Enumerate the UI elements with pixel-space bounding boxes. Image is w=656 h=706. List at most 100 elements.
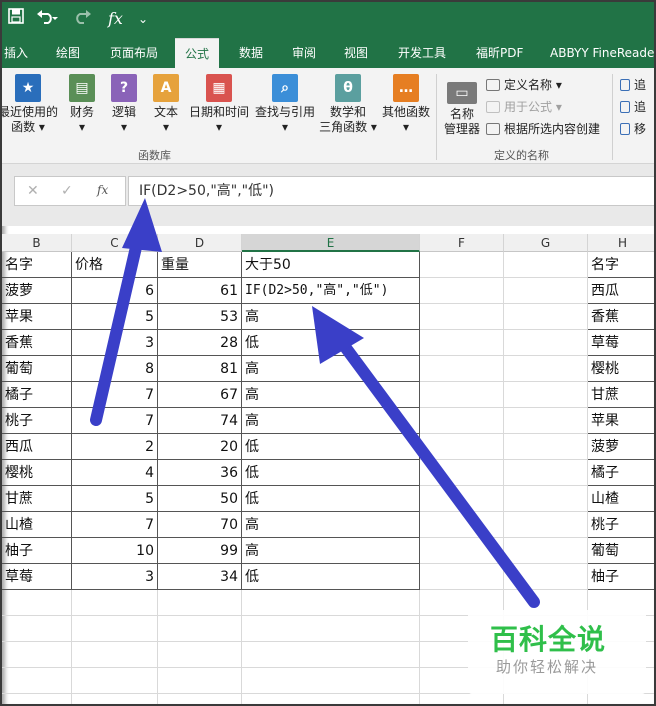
cell-name-h[interactable]: 橘子	[588, 460, 654, 486]
cell-name[interactable]: 西瓜	[2, 434, 72, 460]
cell-over-50[interactable]: IF(D2>50,"高","低")	[242, 278, 420, 304]
use-in-formula-button[interactable]: 用于公式 ▾	[486, 98, 562, 116]
cell-name-h[interactable]: 柚子	[588, 564, 654, 590]
cell-name[interactable]: 甘蔗	[2, 486, 72, 512]
empty-cell[interactable]	[242, 642, 420, 668]
cell-g[interactable]	[504, 564, 588, 590]
column-header-e[interactable]: E	[242, 234, 420, 252]
empty-cell[interactable]	[158, 694, 242, 704]
cell-g[interactable]	[504, 252, 588, 278]
empty-cell[interactable]	[158, 616, 242, 642]
cell-price[interactable]: 3	[72, 564, 158, 590]
cell-price[interactable]: 7	[72, 382, 158, 408]
cell-weight[interactable]: 34	[158, 564, 242, 590]
cell-name-h[interactable]: 菠萝	[588, 434, 654, 460]
cell-f[interactable]	[420, 564, 504, 590]
text-button[interactable]: A 文本 ▾	[148, 74, 184, 135]
redo-icon[interactable]	[72, 8, 94, 30]
empty-cell[interactable]	[504, 694, 588, 704]
cell-name[interactable]: 葡萄	[2, 356, 72, 382]
cell-over-50[interactable]: 高	[242, 408, 420, 434]
cell-f[interactable]	[420, 408, 504, 434]
tab-abbyy[interactable]: ABBYY FineReade	[550, 38, 654, 68]
empty-cell[interactable]	[242, 668, 420, 694]
cell-price[interactable]: 10	[72, 538, 158, 564]
cell-name[interactable]: 山楂	[2, 512, 72, 538]
cell-f[interactable]	[420, 304, 504, 330]
cell-name-h[interactable]: 甘蔗	[588, 382, 654, 408]
tab-developer[interactable]: 开发工具	[398, 38, 446, 68]
empty-cell[interactable]	[242, 616, 420, 642]
qat-fx-button[interactable]: fx	[108, 8, 123, 30]
cell-weight[interactable]: 28	[158, 330, 242, 356]
cell-name-h[interactable]: 苹果	[588, 408, 654, 434]
tab-formulas[interactable]: 公式	[175, 38, 220, 68]
financial-button[interactable]: ▤ 财务 ▾	[64, 74, 100, 135]
cell-g[interactable]	[504, 460, 588, 486]
cell-f[interactable]	[420, 538, 504, 564]
cell-g[interactable]	[504, 538, 588, 564]
cell-f[interactable]	[420, 252, 504, 278]
cell-over-50[interactable]: 高	[242, 538, 420, 564]
cell-f[interactable]	[420, 330, 504, 356]
header-name-h[interactable]: 名字	[588, 252, 654, 278]
cell-price[interactable]: 8	[72, 356, 158, 382]
empty-cell[interactable]	[72, 642, 158, 668]
enter-icon[interactable]: ✓	[61, 183, 73, 199]
empty-cell[interactable]	[158, 590, 242, 616]
cell-name[interactable]: 樱桃	[2, 460, 72, 486]
cell-price[interactable]: 5	[72, 304, 158, 330]
cell-weight[interactable]: 61	[158, 278, 242, 304]
cell-f[interactable]	[420, 356, 504, 382]
more-functions-button[interactable]: … 其他函数 ▾	[378, 74, 434, 135]
cell-price[interactable]: 2	[72, 434, 158, 460]
header-over-50[interactable]: 大于50	[242, 252, 420, 278]
define-name-button[interactable]: 定义名称 ▾	[486, 76, 562, 94]
cell-price[interactable]: 3	[72, 330, 158, 356]
cell-g[interactable]	[504, 278, 588, 304]
name-manager-button[interactable]: ▭ 名称 管理器	[442, 74, 482, 137]
cell-f[interactable]	[420, 382, 504, 408]
empty-cell[interactable]	[2, 668, 72, 694]
tab-foxit-pdf[interactable]: 福昕PDF	[476, 38, 523, 68]
cell-name[interactable]: 桃子	[2, 408, 72, 434]
empty-cell[interactable]	[2, 642, 72, 668]
cell-over-50[interactable]: 低	[242, 330, 420, 356]
cell-weight[interactable]: 20	[158, 434, 242, 460]
cell-weight[interactable]: 50	[158, 486, 242, 512]
header-name[interactable]: 名字	[2, 252, 72, 278]
column-header-c[interactable]: C	[72, 234, 158, 252]
empty-cell[interactable]	[2, 590, 72, 616]
cell-name[interactable]: 香蕉	[2, 330, 72, 356]
cell-name-h[interactable]: 西瓜	[588, 278, 654, 304]
empty-cell[interactable]	[242, 590, 420, 616]
cell-name[interactable]: 菠萝	[2, 278, 72, 304]
insert-function-icon[interactable]: fx	[97, 183, 108, 197]
cell-weight[interactable]: 99	[158, 538, 242, 564]
cell-price[interactable]: 5	[72, 486, 158, 512]
undo-icon[interactable]	[36, 8, 58, 30]
math-trig-button[interactable]: θ 数学和 三角函数 ▾	[316, 74, 380, 135]
formula-input[interactable]: IF(D2>50,"高","低")	[128, 176, 654, 206]
logical-button[interactable]: ? 逻辑 ▾	[106, 74, 142, 135]
cell-g[interactable]	[504, 434, 588, 460]
empty-cell[interactable]	[158, 642, 242, 668]
tab-view[interactable]: 视图	[344, 38, 368, 68]
empty-cell[interactable]	[72, 590, 158, 616]
cell-weight[interactable]: 70	[158, 512, 242, 538]
cell-price[interactable]: 6	[72, 278, 158, 304]
cell-name-h[interactable]: 樱桃	[588, 356, 654, 382]
cell-price[interactable]: 7	[72, 512, 158, 538]
cell-g[interactable]	[504, 408, 588, 434]
cell-over-50[interactable]: 高	[242, 512, 420, 538]
create-from-selection-button[interactable]: 根据所选内容创建	[486, 120, 600, 138]
tab-review[interactable]: 审阅	[292, 38, 316, 68]
cell-g[interactable]	[504, 356, 588, 382]
trace-precedents-button[interactable]: 追	[620, 76, 646, 94]
cell-f[interactable]	[420, 486, 504, 512]
cell-weight[interactable]: 53	[158, 304, 242, 330]
tab-data[interactable]: 数据	[239, 38, 263, 68]
cell-over-50[interactable]: 高	[242, 382, 420, 408]
cell-f[interactable]	[420, 278, 504, 304]
cell-name[interactable]: 柚子	[2, 538, 72, 564]
